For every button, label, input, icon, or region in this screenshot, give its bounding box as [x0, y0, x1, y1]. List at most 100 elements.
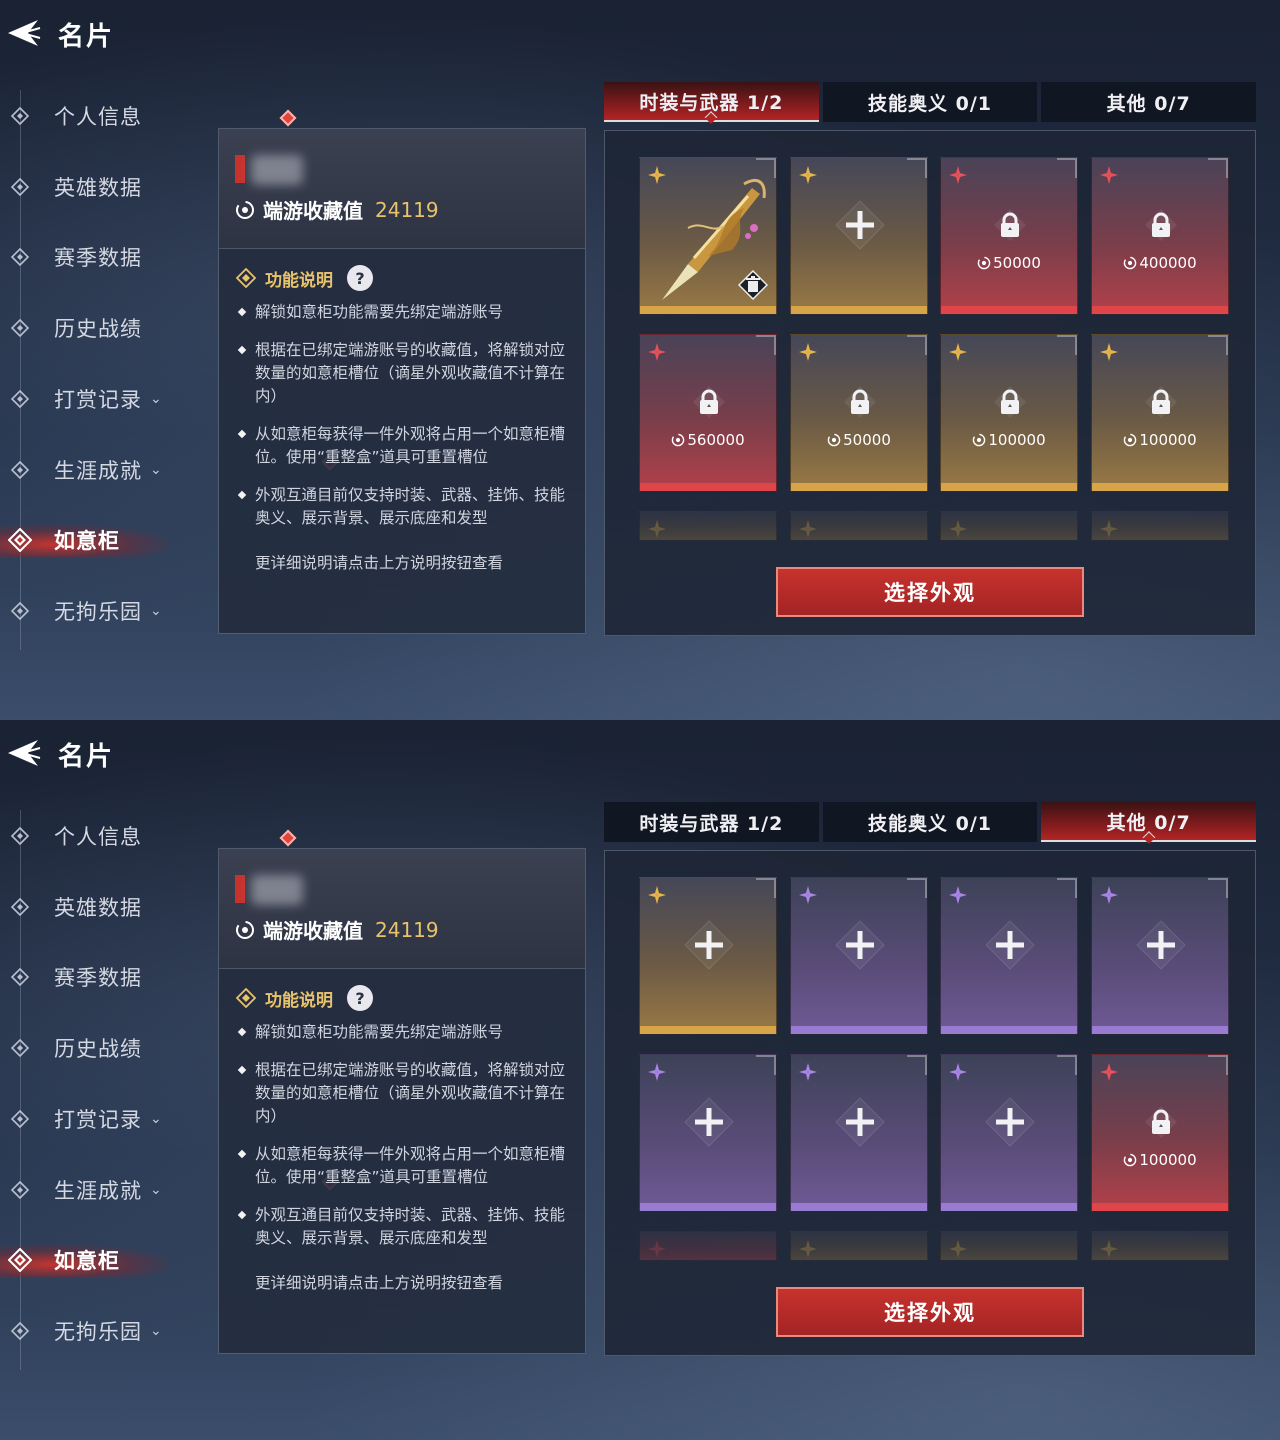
cabinet-slot[interactable]	[790, 877, 928, 1035]
add-icon	[985, 1097, 1035, 1147]
rarity-flower-icon	[648, 1063, 666, 1081]
tab-outfit-weapon[interactable]: 时装与武器 1/2	[604, 82, 819, 122]
add-icon	[1136, 920, 1186, 970]
tab-skill[interactable]: 技能奥义 0/1	[822, 802, 1038, 842]
tab-outfit-weapon[interactable]: 时装与武器 1/2	[604, 802, 819, 842]
add-icon	[835, 1097, 885, 1147]
cabinet-grid: 100000	[604, 850, 1256, 1356]
sidebar-item-label: 历史战绩	[54, 1037, 142, 1062]
rarity-bar	[941, 1203, 1077, 1211]
diamond-icon	[8, 316, 32, 340]
rarity-flower-icon	[949, 1240, 967, 1258]
sidebar-item-personal-info[interactable]: 个人信息	[8, 816, 297, 856]
cabinet-slot[interactable]	[940, 877, 1078, 1035]
rarity-bar	[941, 1026, 1077, 1034]
sidebar-item-career-achievements[interactable]: 生涯成就 ⌄	[8, 1170, 339, 1210]
sidebar-item-season-data[interactable]: 赛季数据	[8, 237, 188, 277]
rarity-bar	[941, 306, 1077, 314]
unlock-cost: 100000	[1092, 431, 1228, 449]
trash-icon[interactable]	[738, 270, 768, 300]
sidebar-item-hero-data[interactable]: 英雄数据	[8, 887, 188, 927]
sidebar-item-tip-records[interactable]: 打赏记录 ⌄	[8, 379, 188, 419]
cabinet-slot[interactable]	[790, 157, 928, 315]
cabinet-slot-partial	[639, 511, 777, 541]
sidebar-item-hero-data[interactable]: 英雄数据	[8, 167, 188, 207]
cabinet-slot[interactable]: 100000	[940, 334, 1078, 492]
diamond-icon	[8, 104, 32, 128]
cabinet-slot[interactable]: 400000	[1091, 157, 1229, 315]
collection-icon	[672, 433, 685, 447]
rarity-flower-icon	[949, 886, 967, 904]
cabinet-slot[interactable]: 50000	[790, 334, 928, 492]
rarity-bar	[791, 483, 927, 491]
sidebar-item-wuju-paradise[interactable]: 无拘乐园 ⌄	[8, 1311, 188, 1351]
cabinet-slot[interactable]: 100000	[1091, 1054, 1229, 1212]
select-appearance-button[interactable]: 选择外观	[776, 1287, 1084, 1337]
cabinet-slot-partial	[940, 1231, 1078, 1261]
function-description-row: 功能说明?	[235, 265, 373, 291]
rarity-flower-icon	[648, 343, 666, 361]
sidebar-item-match-history[interactable]: 历史战绩	[8, 308, 188, 348]
chevron-down-icon: ⌄	[150, 1181, 162, 1198]
lock-icon	[1145, 1106, 1177, 1138]
cabinet-slot[interactable]	[639, 877, 777, 1035]
blurred-username	[251, 155, 303, 185]
cabinet-slot-partial	[790, 511, 928, 541]
add-icon	[684, 1097, 734, 1147]
page-title: 名片	[58, 22, 115, 52]
unlock-cost: 400000	[1092, 254, 1228, 272]
sidebar-item-label: 打赏记录	[54, 1107, 142, 1132]
unlock-cost: 50000	[941, 254, 1077, 272]
rarity-bar	[640, 306, 776, 314]
cabinet-slot[interactable]	[790, 1054, 928, 1212]
back-arrow-icon[interactable]	[4, 736, 42, 770]
chevron-down-icon: ⌄	[150, 1110, 162, 1127]
description-item: 根据在已绑定端游账号的收藏值，将解锁对应数量的如意柜槽位（谪星外观收藏值不计算在…	[235, 339, 571, 408]
cabinet-slot[interactable]	[639, 1054, 777, 1212]
cabinet-slot[interactable]: 560000	[639, 334, 777, 492]
sidebar-item-season-data[interactable]: 赛季数据	[8, 957, 188, 997]
diamond-icon	[235, 267, 257, 289]
tab-other[interactable]: 其他 0/7	[1041, 802, 1257, 842]
collection-row: 端游收藏值 24119	[235, 915, 439, 944]
cabinet-slot[interactable]	[1091, 877, 1229, 1035]
info-panel: 端游收藏值 24119 功能说明? 解锁如意柜功能需要先绑定端游账号 根据在已绑定端游账…	[218, 128, 586, 634]
lock-icon	[1145, 209, 1177, 241]
sidebar-item-wuju-paradise[interactable]: 无拘乐园 ⌄	[8, 591, 188, 631]
cabinet-slot-partial	[639, 1231, 777, 1261]
tab-skill[interactable]: 技能奥义 0/1	[822, 82, 1038, 122]
unlock-cost: 100000	[941, 431, 1077, 449]
cabinet-slot[interactable]	[639, 157, 777, 315]
cabinet-slot[interactable]: 50000	[940, 157, 1078, 315]
cabinet-slot[interactable]: 100000	[1091, 334, 1229, 492]
info-header: 端游收藏值 24119	[219, 129, 585, 249]
select-appearance-button[interactable]: 选择外观	[776, 567, 1084, 617]
collection-value: 24119	[375, 917, 439, 942]
sidebar-item-career-achievements[interactable]: 生涯成就 ⌄	[8, 450, 339, 490]
blurred-username	[251, 875, 303, 905]
rarity-bar	[1092, 306, 1228, 314]
rarity-bar	[791, 1026, 927, 1034]
lock-icon	[844, 386, 876, 418]
chevron-down-icon: ⌄	[150, 390, 162, 407]
back-arrow-icon[interactable]	[4, 16, 42, 50]
rarity-flower-icon	[949, 1063, 967, 1081]
sidebar-item-tip-records[interactable]: 打赏记录 ⌄	[8, 1099, 188, 1139]
sidebar-item-match-history[interactable]: 历史战绩	[8, 1028, 188, 1068]
more-info-text: 更详细说明请点击上方说明按钮查看	[255, 1274, 504, 1292]
tab-other[interactable]: 其他 0/7	[1041, 82, 1257, 122]
rarity-bar	[941, 483, 1077, 491]
sidebar-item-personal-info[interactable]: 个人信息	[8, 96, 297, 136]
sidebar-item-ruyi-cabinet[interactable]: 如意柜	[0, 520, 188, 560]
cabinet-slot[interactable]	[940, 1054, 1078, 1212]
help-button[interactable]: ?	[347, 985, 373, 1011]
help-button[interactable]: ?	[347, 265, 373, 291]
sidebar-item-label: 历史战绩	[54, 317, 142, 342]
chevron-down-icon: ⌄	[150, 1322, 162, 1339]
sidebar-item-ruyi-cabinet[interactable]: 如意柜	[0, 1240, 188, 1280]
collection-label: 端游收藏值	[263, 199, 363, 223]
lock-icon	[693, 386, 725, 418]
cabinet-slot-partial	[940, 511, 1078, 541]
collection-row: 端游收藏值 24119	[235, 195, 439, 224]
sidebar-item-label: 个人信息	[54, 105, 142, 129]
